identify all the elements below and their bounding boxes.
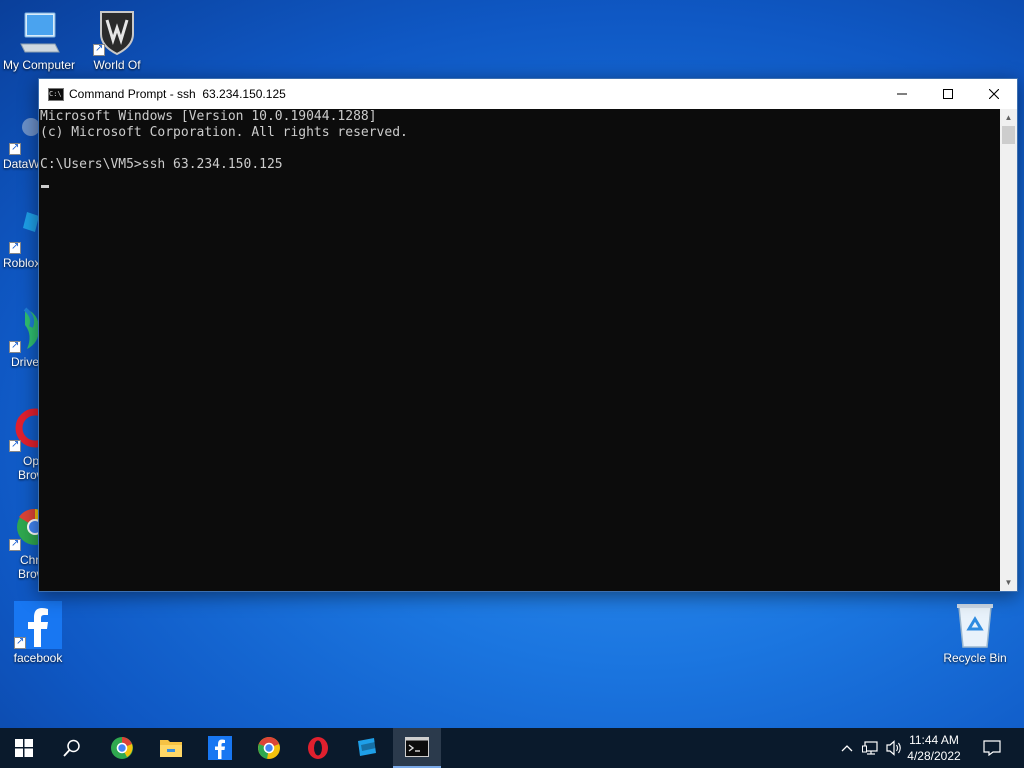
shortcut-arrow-icon <box>93 42 105 56</box>
network-button[interactable] <box>860 728 882 768</box>
taskbar-chrome[interactable] <box>98 728 146 768</box>
desktop-icon-recycle-bin[interactable]: Recycle Bin <box>937 601 1013 665</box>
datawin-icon <box>0 107 43 155</box>
vertical-scrollbar[interactable]: ▲ ▼ <box>1000 109 1017 591</box>
console-line: (c) Microsoft Corporation. All rights re… <box>40 125 408 140</box>
desktop-icon-world-of-tanks[interactable]: World Of <box>79 8 155 72</box>
world-of-tanks-icon <box>93 8 141 56</box>
chrome-icon <box>111 737 133 759</box>
close-button[interactable] <box>971 79 1017 109</box>
taskbar-command-prompt[interactable] <box>393 728 441 768</box>
scroll-down-button[interactable]: ▼ <box>1000 574 1017 591</box>
chevron-up-icon <box>841 745 853 752</box>
start-icon <box>15 739 33 757</box>
command-prompt-window[interactable]: C:\ Command Prompt - ssh 63.234.150.125 … <box>38 78 1018 592</box>
desktop-icon-my-computer[interactable]: My Computer <box>1 8 77 72</box>
taskbar-clock[interactable]: 11:44 AM 4/28/2022 <box>902 732 966 764</box>
chrome-browser-icon <box>0 503 53 551</box>
search-icon <box>63 739 80 757</box>
recycle-bin-icon <box>951 601 999 649</box>
maximize-icon <box>943 89 953 99</box>
desktop-icon-facebook[interactable]: facebook <box>0 601 76 665</box>
facebook-icon <box>14 601 62 649</box>
roblox-icon <box>0 206 43 254</box>
clock-time: 11:44 AM <box>909 733 959 747</box>
drive-icon <box>0 305 43 353</box>
desktop-icon-label: Recycle Bin <box>943 651 1007 665</box>
close-icon <box>989 89 999 99</box>
roblox-studio-icon <box>358 738 376 756</box>
scroll-up-button[interactable]: ▲ <box>1000 109 1017 126</box>
network-icon <box>862 741 878 755</box>
text-cursor <box>41 185 49 188</box>
minimize-button[interactable] <box>879 79 925 109</box>
desktop-icon-label: World Of <box>93 58 141 72</box>
console-output[interactable]: Microsoft Windows [Version 10.0.19044.12… <box>39 109 999 591</box>
desktop-icon-label: My Computer <box>2 58 76 72</box>
maximize-button[interactable] <box>925 79 971 109</box>
action-center-button[interactable] <box>976 728 1008 768</box>
taskbar-facebook[interactable] <box>196 728 244 768</box>
taskbar-file-explorer[interactable] <box>147 728 195 768</box>
desktop-icon-label: facebook <box>13 651 63 665</box>
window-title: Command Prompt - ssh 63.234.150.125 <box>69 87 286 101</box>
taskbar-chrome-alt[interactable] <box>245 728 293 768</box>
clock-date: 4/28/2022 <box>907 749 961 763</box>
cmd-icon <box>405 737 429 757</box>
facebook-icon <box>208 736 232 760</box>
console-line: C:\Users\VM5>ssh 63.234.150.125 <box>40 157 283 172</box>
taskbar: 11:44 AM 4/28/2022 <box>0 728 1024 768</box>
taskbar-roblox-studio[interactable] <box>343 728 391 768</box>
shortcut-arrow-icon <box>9 339 21 353</box>
shortcut-arrow-icon <box>9 141 21 155</box>
opera-icon <box>308 737 328 759</box>
shortcut-arrow-icon <box>9 438 21 452</box>
show-hidden-icons-button[interactable] <box>838 728 856 768</box>
taskbar-search-button[interactable] <box>48 728 96 768</box>
taskbar-opera[interactable] <box>294 728 342 768</box>
shortcut-arrow-icon <box>9 240 21 254</box>
monitor-icon <box>15 8 63 56</box>
cmd-icon: C:\ <box>48 88 64 101</box>
scroll-thumb[interactable] <box>1002 126 1015 144</box>
notification-icon <box>983 740 1001 756</box>
console-cursor-line <box>39 173 999 189</box>
file-explorer-icon <box>160 740 182 757</box>
chrome-alt-icon <box>258 737 280 759</box>
console-line: Microsoft Windows [Version 10.0.19044.12… <box>40 109 377 124</box>
shortcut-arrow-icon <box>14 635 26 649</box>
minimize-icon <box>897 93 907 95</box>
window-titlebar[interactable]: C:\ Command Prompt - ssh 63.234.150.125 <box>39 79 1017 109</box>
shortcut-arrow-icon <box>9 537 21 551</box>
start-button[interactable] <box>0 728 48 768</box>
opera-browser-icon <box>0 404 55 452</box>
